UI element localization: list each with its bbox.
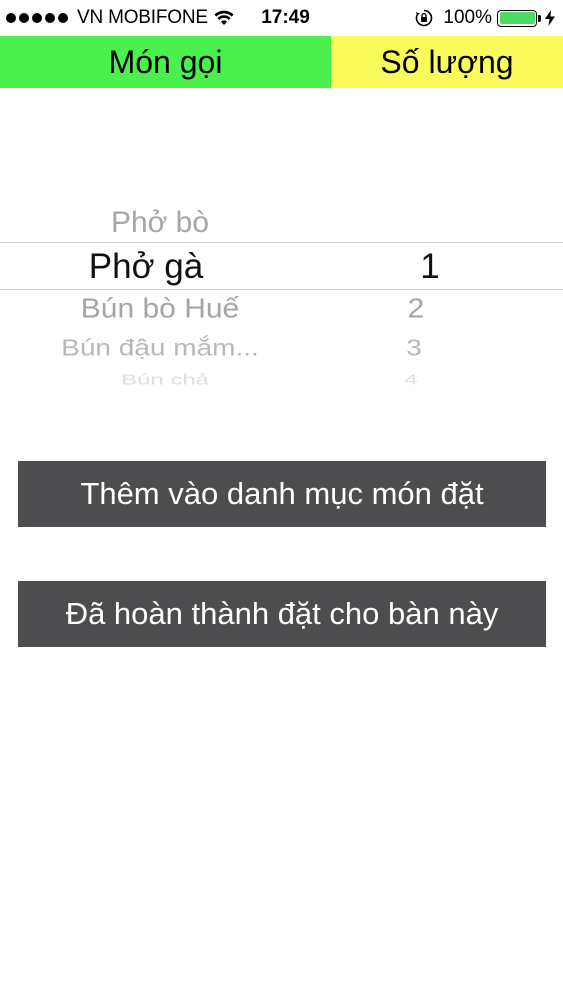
order-picker[interactable]: Phở bò Phở gà Bún bò Huế Bún đậu mắm... … [0, 88, 563, 398]
order-screen: VN MOBIFONE 17:49 100% Món gọi Số lượng … [0, 0, 563, 1000]
charging-icon [545, 10, 555, 26]
dish-option[interactable]: Bún chả [121, 371, 209, 388]
status-right: 100% [415, 7, 555, 29]
picker-header: Món gọi Số lượng [0, 36, 563, 88]
quantity-option[interactable]: 3 [406, 335, 422, 361]
dish-option[interactable]: Phở bò [111, 206, 209, 240]
picker-selection-bottom-line [0, 289, 563, 290]
dish-option[interactable]: Bún bò Huế [81, 293, 239, 325]
dish-column-header: Món gọi [0, 36, 331, 88]
quantity-option-selected[interactable]: 1 [420, 247, 439, 287]
quantity-column-header: Số lượng [331, 36, 563, 88]
quantity-option[interactable]: 2 [408, 293, 425, 325]
battery-icon [497, 9, 541, 27]
picker-selection-top-line [0, 242, 563, 243]
status-bar: VN MOBIFONE 17:49 100% [0, 0, 563, 36]
quantity-option[interactable]: 4 [404, 371, 417, 388]
dish-option[interactable]: Bún đậu mắm... [61, 335, 259, 361]
battery-percentage: 100% [443, 7, 492, 28]
rotation-lock-icon [416, 9, 433, 27]
add-to-order-list-button[interactable]: Thêm vào danh mục món đặt [18, 461, 546, 527]
dish-option-selected[interactable]: Phở gà [89, 247, 203, 287]
finish-table-order-button[interactable]: Đã hoàn thành đặt cho bàn này [18, 581, 546, 647]
